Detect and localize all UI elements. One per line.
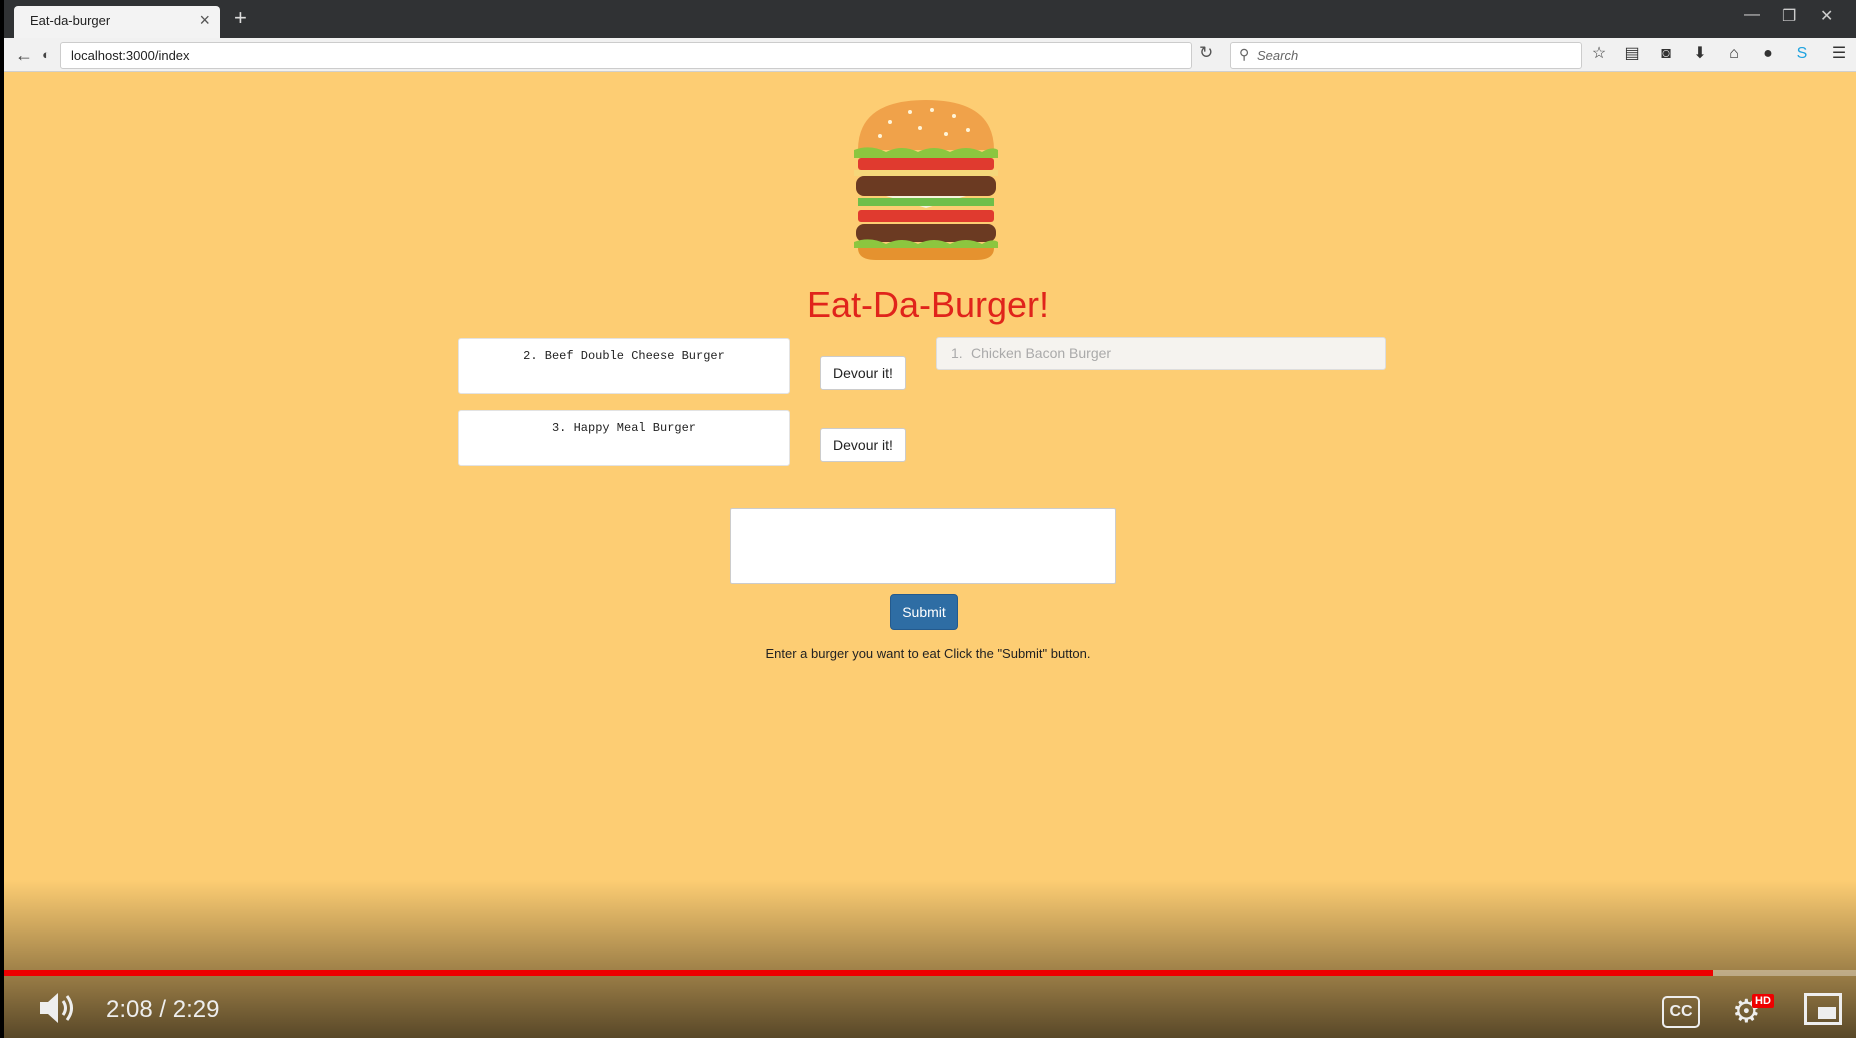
reading-list-icon[interactable]: ▤ xyxy=(1621,43,1643,65)
burger-logo-icon xyxy=(854,100,998,260)
volume-icon[interactable] xyxy=(38,990,78,1026)
reload-icon[interactable]: ↻ xyxy=(1199,43,1213,63)
search-placeholder: Search xyxy=(1257,48,1299,63)
new-tab-icon[interactable]: + xyxy=(234,5,247,31)
hd-badge: HD xyxy=(1752,994,1774,1008)
site-info-icon[interactable]: ◐ xyxy=(34,43,58,67)
menu-icon[interactable]: ☰ xyxy=(1828,43,1850,65)
back-arrow-icon[interactable]: ← xyxy=(12,43,36,67)
bookmark-star-icon[interactable]: ☆ xyxy=(1588,43,1610,65)
download-arrow-icon[interactable]: ⬇ xyxy=(1689,43,1711,65)
navigation-bar: ← ◐ localhost:3000/index ↻ ⚲ Search ☆ ▤ … xyxy=(4,38,1856,72)
video-controls-shade xyxy=(4,880,1856,1038)
instructions-text: Enter a burger you want to eat Click the… xyxy=(765,646,1091,661)
captions-button[interactable]: CC xyxy=(1662,996,1700,1028)
page-title: Eat-Da-Burger! xyxy=(806,284,1050,325)
burger-item: 2. Beef Double Cheese Burger xyxy=(458,338,790,394)
devour-button[interactable]: Devour it! xyxy=(820,428,906,462)
video-progress-bar[interactable] xyxy=(4,970,1856,976)
burger-label: 2. Beef Double Cheese Burger xyxy=(523,349,725,363)
burger-item: 3. Happy Meal Burger xyxy=(458,410,790,466)
restore-icon[interactable]: ❐ xyxy=(1782,6,1796,26)
devoured-burger-item: 1. Chicken Bacon Burger xyxy=(936,337,1386,370)
home-icon[interactable]: ⌂ xyxy=(1723,43,1745,65)
search-icon: ⚲ xyxy=(1239,46,1250,62)
browser-tab[interactable]: Eat-da-burger × xyxy=(14,6,220,38)
burger-textarea[interactable] xyxy=(730,508,1116,584)
devour-button[interactable]: Devour it! xyxy=(820,356,906,390)
url-text: localhost:3000/index xyxy=(71,48,190,63)
devoured-number: 1. xyxy=(951,345,963,361)
tab-close-icon[interactable]: × xyxy=(199,10,210,31)
tab-bar: Eat-da-burger × + — ❐ ✕ xyxy=(4,0,1856,38)
pocket-icon[interactable]: ◙ xyxy=(1655,43,1677,65)
search-input[interactable]: ⚲ Search xyxy=(1230,42,1582,69)
devoured-burger-name: Chicken Bacon Burger xyxy=(971,345,1112,361)
video-progress-fill xyxy=(4,970,1714,976)
tab-title: Eat-da-burger xyxy=(30,13,111,28)
miniplayer-icon[interactable] xyxy=(1804,993,1842,1025)
minimize-icon[interactable]: — xyxy=(1744,6,1760,24)
video-time: 2:08 / 2:29 xyxy=(106,996,220,1023)
burger-label: 3. Happy Meal Burger xyxy=(551,421,697,435)
browser-window: Eat-da-burger × + — ❐ ✕ ← ◐ localhost:30… xyxy=(4,0,1856,1038)
address-bar[interactable]: localhost:3000/index xyxy=(60,42,1192,69)
close-window-icon[interactable]: ✕ xyxy=(1820,6,1833,26)
skype-icon[interactable]: S xyxy=(1791,43,1813,65)
submit-button[interactable]: Submit xyxy=(890,594,958,630)
chat-icon[interactable]: ● xyxy=(1757,43,1779,65)
